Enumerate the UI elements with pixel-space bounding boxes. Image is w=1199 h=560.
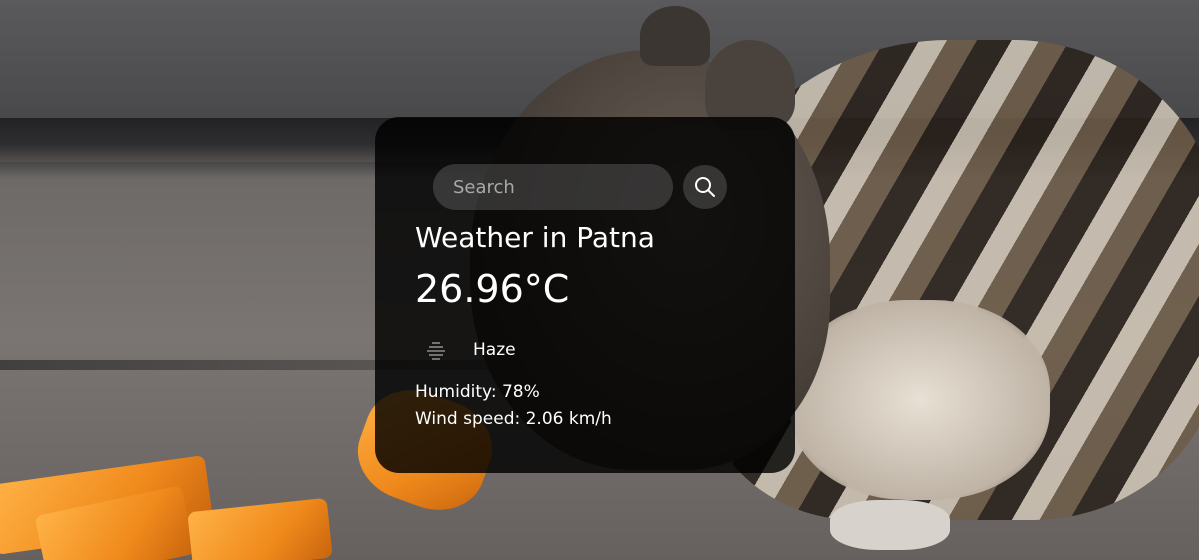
weather-condition: Haze bbox=[425, 339, 516, 361]
wind-speed-readout: Wind speed: 2.06 km/h bbox=[415, 409, 612, 429]
squirrel-ear bbox=[640, 6, 710, 66]
temperature: 26.96°C bbox=[415, 267, 570, 311]
weather-card: Weather in Patna 26.96°C Haze Humidity: … bbox=[375, 117, 795, 473]
haze-icon bbox=[427, 342, 445, 360]
city-title: Weather in Patna bbox=[415, 221, 655, 254]
humidity-readout: Humidity: 78% bbox=[415, 382, 540, 402]
search-button[interactable] bbox=[683, 165, 727, 209]
search-icon bbox=[695, 177, 715, 197]
squirrel-paw bbox=[830, 500, 950, 550]
squirrel-belly bbox=[790, 300, 1050, 500]
condition-description: Haze bbox=[473, 340, 516, 360]
search-input[interactable] bbox=[433, 164, 673, 210]
search-bar bbox=[433, 164, 727, 210]
